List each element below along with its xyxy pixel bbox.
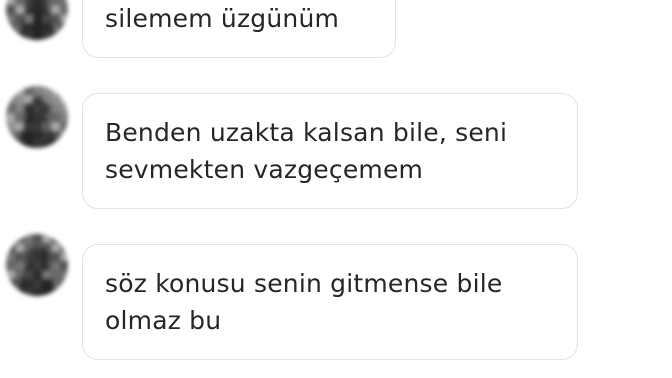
message-text: olmaz bu — [105, 306, 222, 335]
message-text: Benden uzakta kalsan bile, seni — [105, 118, 508, 147]
message-text: silemem üzgünüm — [105, 4, 340, 33]
sender-avatar[interactable] — [6, 234, 68, 296]
sender-avatar[interactable] — [6, 86, 68, 148]
avatar-pixel — [60, 140, 68, 148]
sender-avatar[interactable] — [6, 0, 68, 40]
message-bubble: söz konusu senin gitmense bile olmaz bu — [82, 244, 578, 360]
chat-thread: silemem üzgünüm Benden uzakta kalsan bil… — [0, 0, 672, 378]
avatar-pixel — [60, 32, 68, 40]
avatar-pixel — [60, 288, 68, 296]
message-text: söz konusu senin gitmense bile — [105, 269, 503, 298]
message-text: sevmekten vazgeçemem — [105, 155, 424, 184]
message-bubble: silemem üzgünüm — [82, 0, 396, 58]
message-bubble: Benden uzakta kalsan bile, seni sevmekte… — [82, 93, 578, 209]
